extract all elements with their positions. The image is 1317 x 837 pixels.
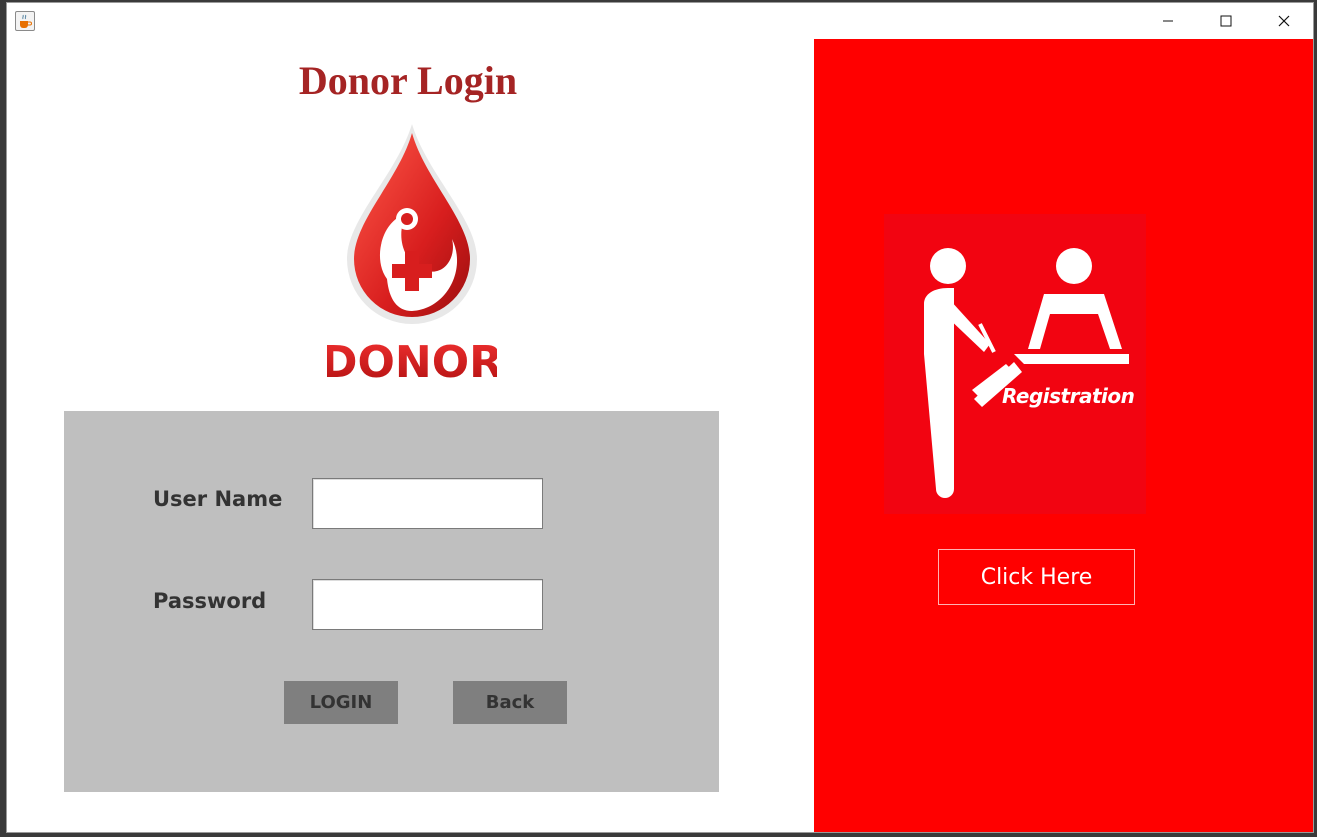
registration-desk-icon [924,248,1129,498]
click-here-button[interactable]: Click Here [938,549,1135,605]
close-button[interactable] [1255,3,1313,39]
login-button[interactable]: LOGIN [284,681,398,724]
registration-caption: Registration [1002,384,1135,408]
blood-drop-cross-icon: DONOR [321,124,503,388]
logo-text: DONOR [327,337,497,388]
login-pane: Donor Login DONOR User Name Password LOG… [7,39,813,832]
login-form-panel: User Name Password LOGIN Back [64,411,719,792]
maximize-icon [1220,15,1232,27]
java-cup-icon[interactable] [15,11,35,31]
registration-pane: Registration Click Here [814,39,1313,832]
close-icon [1278,15,1290,27]
app-window: Donor Login DONOR User Name Password LOG… [6,2,1314,833]
minimize-icon [1163,20,1173,22]
password-field[interactable] [312,579,543,630]
title-bar[interactable] [7,3,1313,39]
page-title: Donor Login [298,58,518,103]
username-label: User Name [153,487,283,511]
username-field[interactable] [312,478,543,529]
minimize-button[interactable] [1139,3,1197,39]
back-button[interactable]: Back [453,681,567,724]
donor-logo: DONOR [321,119,503,404]
maximize-button[interactable] [1197,3,1255,39]
registration-image: Registration [884,214,1146,514]
password-label: Password [153,589,267,613]
